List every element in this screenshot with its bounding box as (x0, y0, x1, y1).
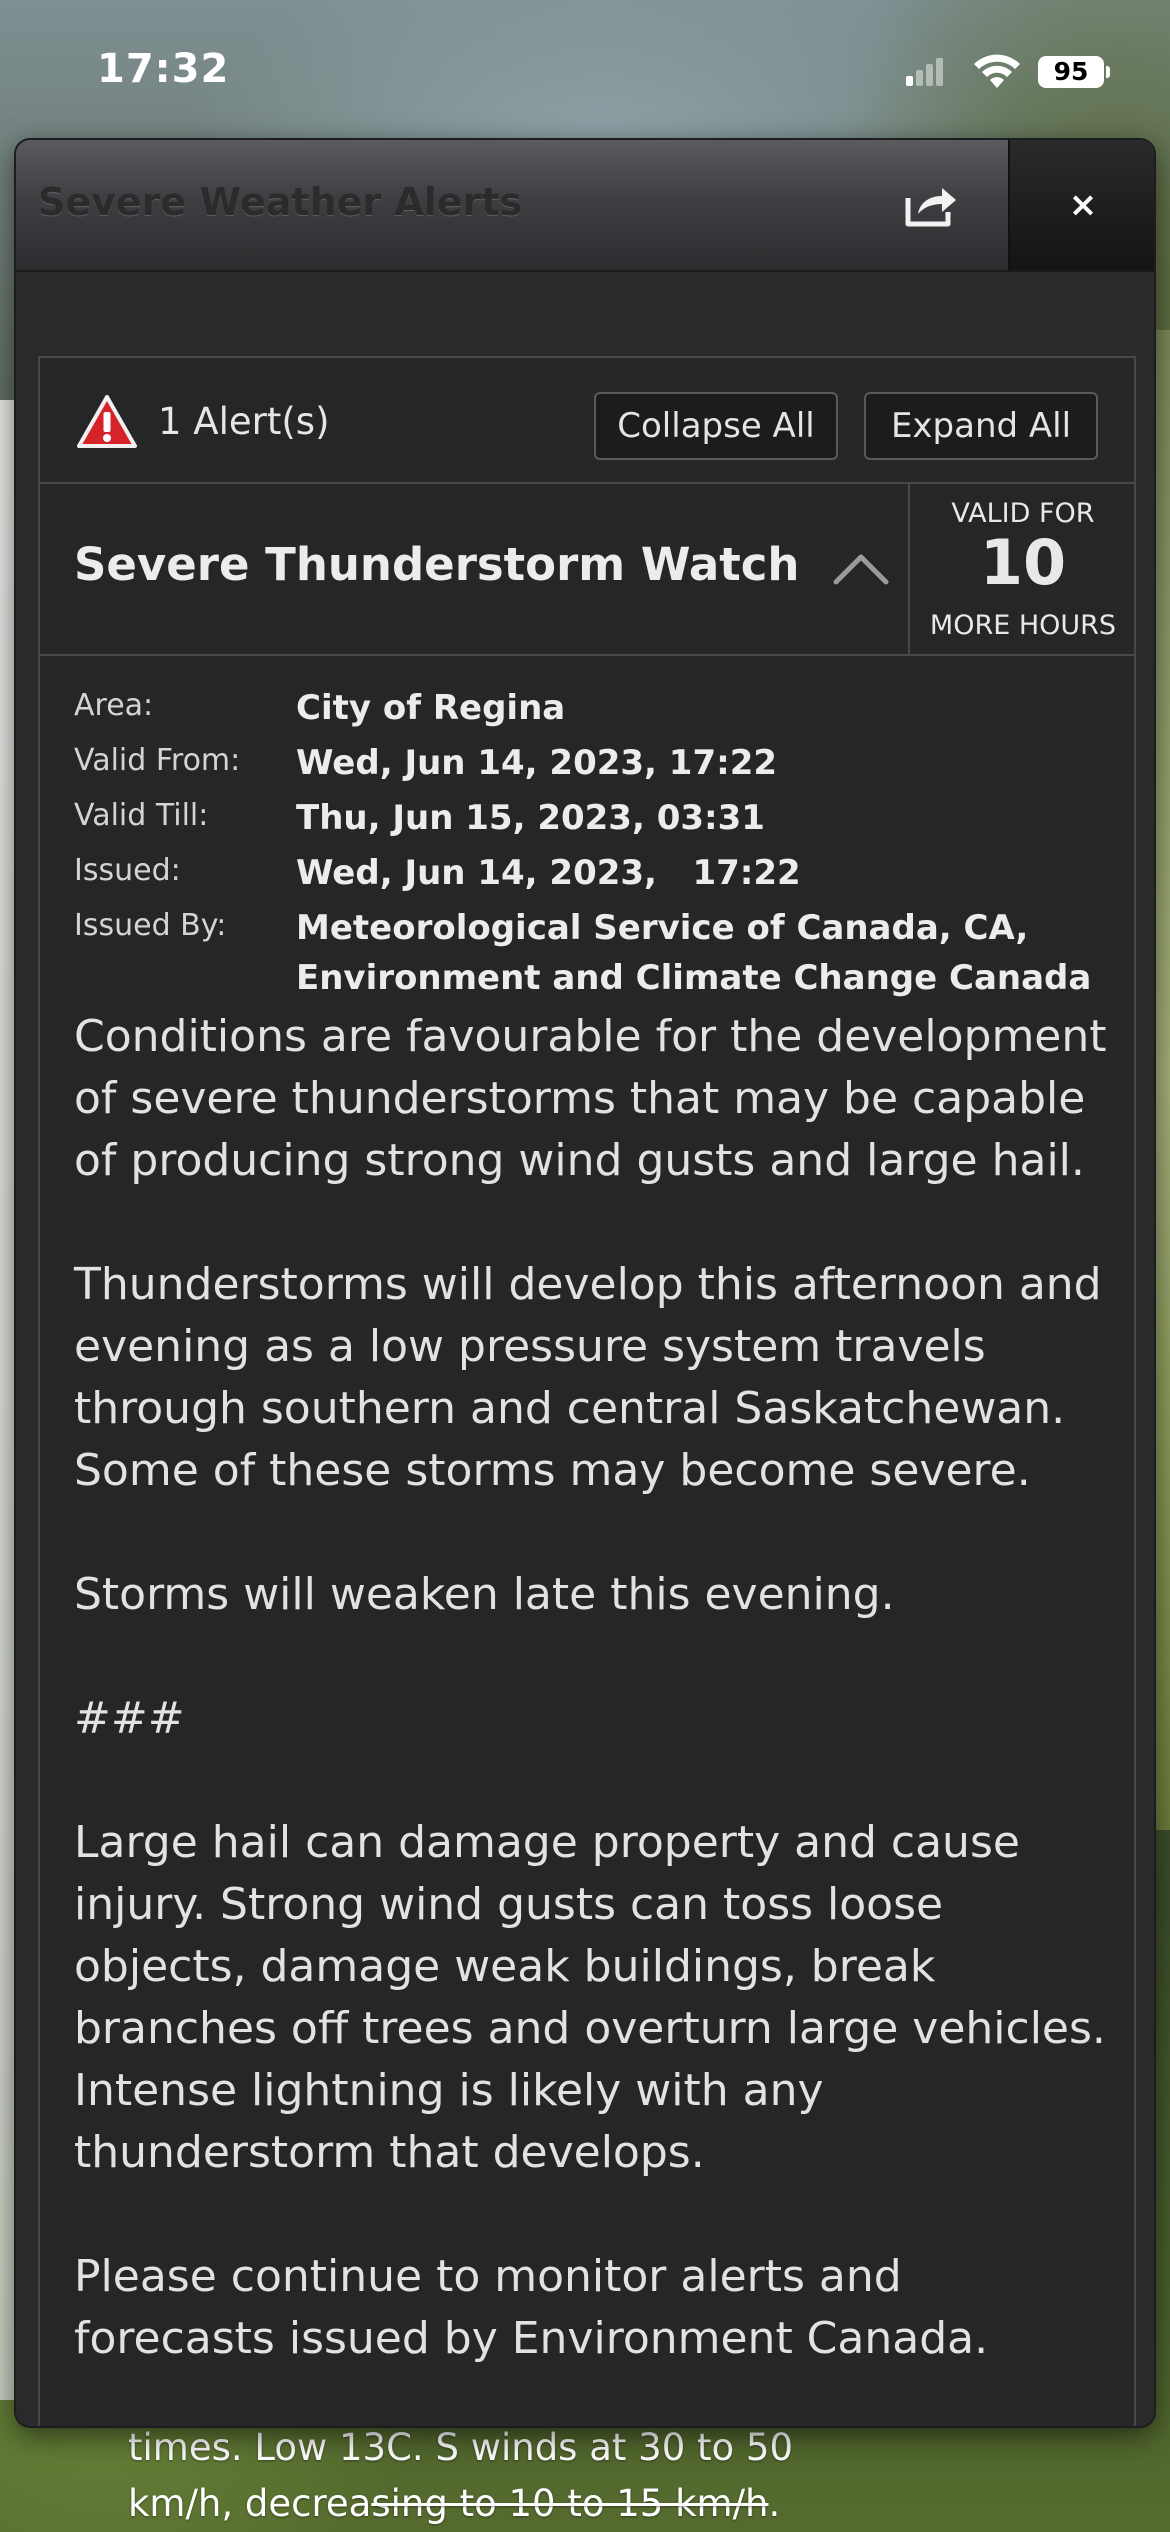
share-button[interactable] (896, 174, 966, 236)
background-forecast-line2-start: km/h, decrea (128, 2482, 372, 2525)
alerts-summary-row: 1 Alert(s) Collapse All Expand All (40, 358, 1134, 484)
chevron-up-icon[interactable] (830, 548, 892, 588)
issued-by-line2: Environment and Climate Change Canada (296, 958, 1092, 998)
alert-paragraph: Please continue to monitor alerts and fo… (74, 2251, 989, 2364)
valid-for-label: VALID FOR (951, 498, 1095, 529)
issued-by-label: Issued By: (74, 908, 227, 943)
status-bar: 17:32 95 (0, 0, 1170, 140)
background-forecast-line2-strike: sing to 10 to 15 km/h (371, 2482, 769, 2525)
wifi-icon (972, 52, 1022, 90)
detail-row-valid-from: Valid From: Wed, Jun 14, 2023, 17:22 (74, 743, 1114, 798)
alert-paragraph: Thunderstorms will develop this afternoo… (74, 1259, 1102, 1496)
detail-row-area: Area: City of Regina (74, 688, 1114, 743)
battery-indicator: 95 (1038, 56, 1110, 88)
area-value: City of Regina (296, 688, 566, 728)
background-foliage (1154, 330, 1170, 1830)
valid-from-label: Valid From: (74, 743, 241, 778)
alert-paragraph: Large hail can damage property and cause… (74, 1817, 1106, 2178)
alert-paragraph: Conditions are favourable for the develo… (74, 1011, 1107, 1186)
detail-row-issued-by: Issued By: Meteorological Service of Can… (74, 908, 1114, 1018)
valid-till-label: Valid Till: (74, 798, 209, 833)
more-hours-label: MORE HOURS (929, 610, 1117, 641)
background-forecast-line2-end: . (768, 2482, 781, 2525)
validity-box: VALID FOR 10 MORE HOURS (908, 484, 1136, 654)
background-forecast-text: times. Low 13C. S winds at 30 to 50 km/h… (128, 2420, 888, 2532)
collapse-all-button[interactable]: Collapse All (594, 392, 838, 460)
modal-header: Severe Weather Alerts × (16, 140, 1154, 272)
alert-title: Severe Thunderstorm Watch (74, 538, 800, 591)
cellular-signal-icon (906, 56, 946, 86)
alert-description: Conditions are favourable for the develo… (74, 1006, 1114, 2426)
share-icon (905, 188, 956, 227)
alert-paragraph: Storms will weaken late this evening. (74, 1569, 895, 1620)
close-icon: × (1068, 185, 1098, 225)
detail-row-valid-till: Valid Till: Thu, Jun 15, 2023, 03:31 (74, 798, 1114, 853)
detail-row-issued: Issued: Wed, Jun 14, 2023, 17:22 (74, 853, 1114, 908)
area-label: Area: (74, 688, 154, 723)
severe-weather-alerts-modal: Severe Weather Alerts × 1 Alert(s) Colla… (16, 140, 1154, 2426)
valid-till-value: Thu, Jun 15, 2023, 03:31 (296, 798, 765, 838)
valid-for-hours: 10 (979, 526, 1067, 599)
background-forecast-line2: km/h, decreasing to 10 to 15 km/h. (128, 2476, 888, 2532)
close-button[interactable]: × (1008, 140, 1154, 270)
alert-details: Area: City of Regina Valid From: Wed, Ju… (74, 688, 1114, 1018)
alert-header[interactable]: Severe Thunderstorm Watch VALID FOR 10 M… (40, 484, 1134, 656)
alert-paragraph: ### (74, 1693, 185, 1744)
background-forecast-line1: times. Low 13C. S winds at 30 to 50 (128, 2426, 793, 2469)
warning-triangle-icon (77, 395, 137, 448)
modal-title: Severe Weather Alerts (38, 180, 523, 224)
expand-all-button[interactable]: Expand All (864, 392, 1098, 460)
issued-value: Wed, Jun 14, 2023, 17:22 (296, 853, 801, 893)
alerts-panel: 1 Alert(s) Collapse All Expand All Sever… (38, 356, 1136, 2426)
alert-count: 1 Alert(s) (158, 400, 330, 443)
status-time: 17:32 (97, 46, 230, 92)
issued-label: Issued: (74, 853, 181, 888)
issued-by-value: Meteorological Service of Canada, CA, En… (296, 908, 1091, 998)
issued-by-line1: Meteorological Service of Canada, CA, (296, 908, 1029, 948)
valid-from-value: Wed, Jun 14, 2023, 17:22 (296, 743, 778, 783)
